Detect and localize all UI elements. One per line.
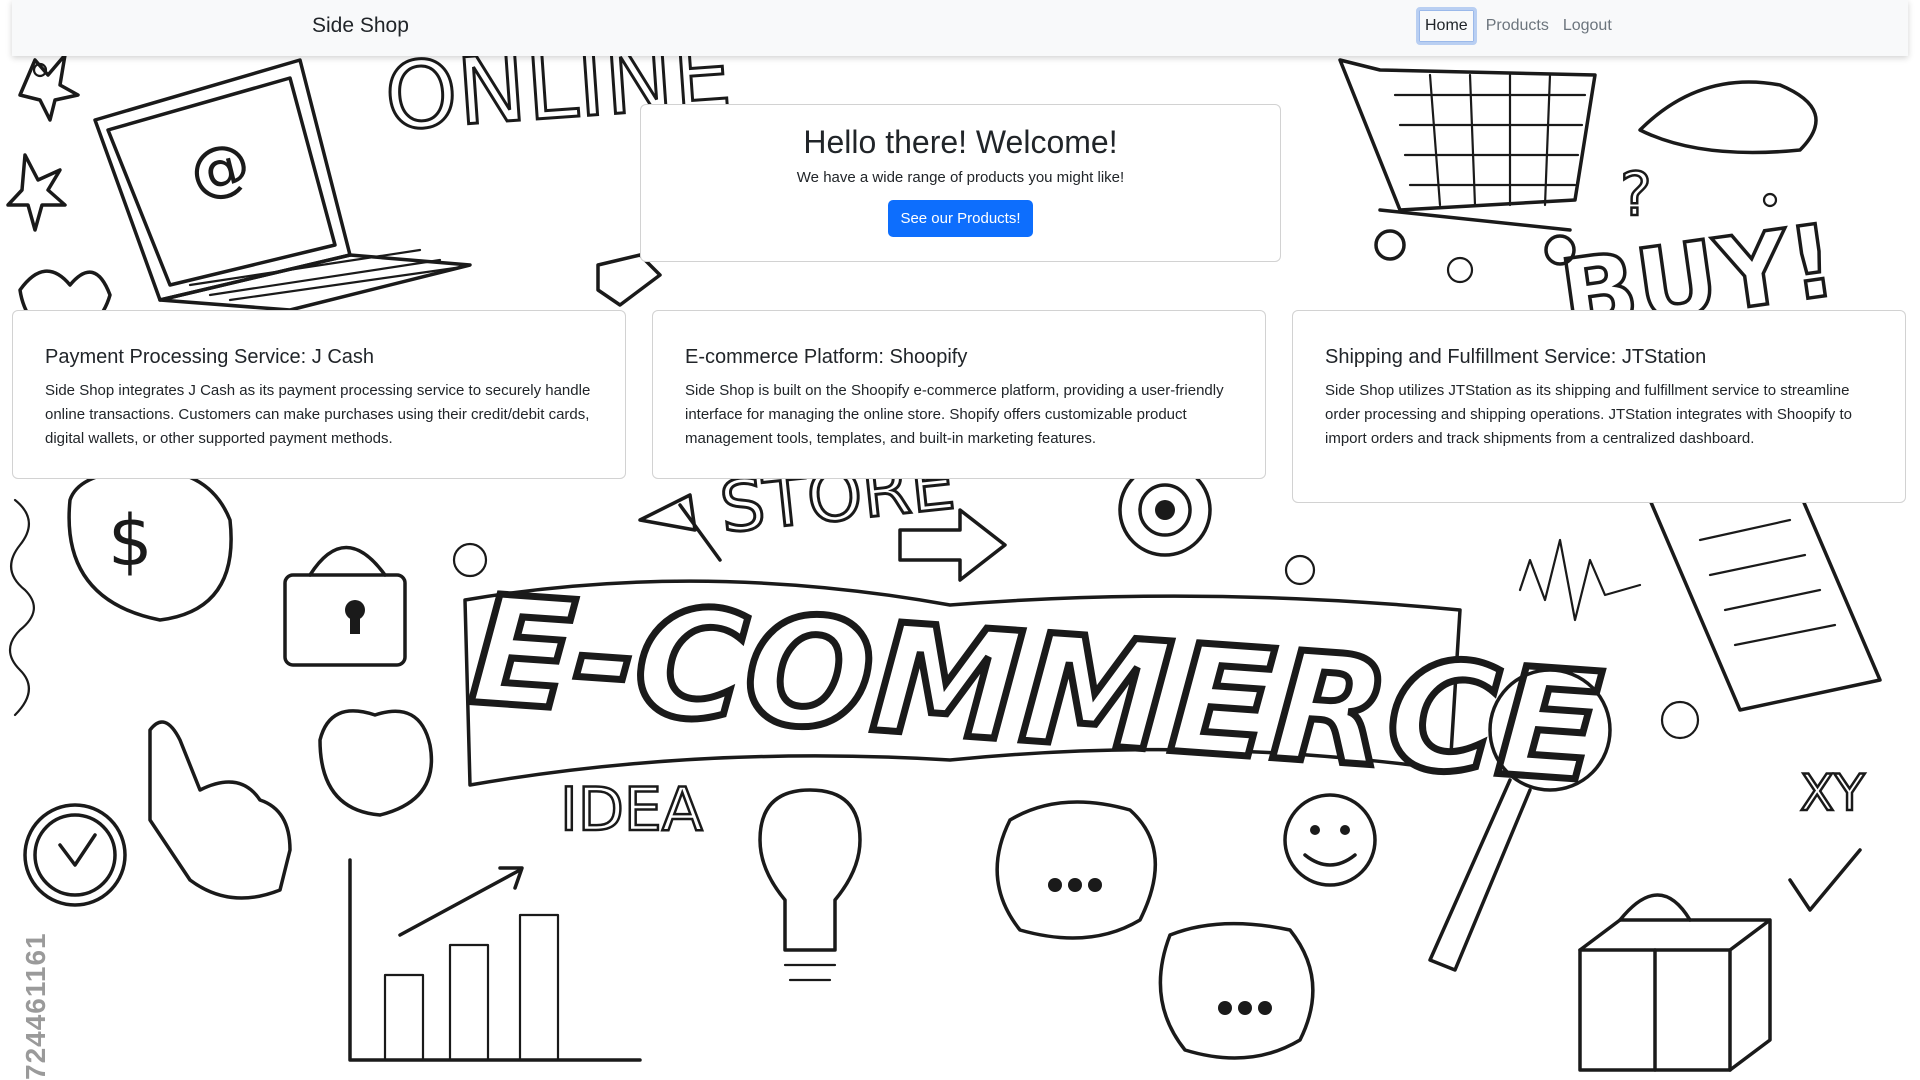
card-title: E-commerce Platform: Shoopify (685, 346, 968, 368)
nav-home-link[interactable]: Home (1416, 7, 1477, 45)
nav-logout-link[interactable]: Logout (1558, 9, 1617, 43)
nav-links: Home Products Logout (1416, 7, 1617, 45)
stock-image-id: 724461161 (20, 932, 51, 1080)
bar-chart-doodle (348, 858, 642, 1062)
lock-doodle (283, 545, 407, 667)
top-navbar: Side Shop Home Products Logout (12, 0, 1908, 56)
welcome-title: Hello there! Welcome! (803, 124, 1118, 160)
card-text: Side Shop is built on the Shoopify e-com… (685, 382, 1224, 447)
see-products-button[interactable]: See our Products! (888, 200, 1033, 238)
card-text: Side Shop integrates J Cash as its payme… (45, 382, 591, 447)
svg-text:?: ? (1620, 160, 1652, 230)
cart-doodle (1338, 58, 1597, 266)
card-text: Side Shop utilizes JTStation as its ship… (1325, 382, 1852, 447)
card-title: Payment Processing Service: J Cash (45, 346, 375, 368)
calculator-doodle (1648, 468, 1882, 712)
svg-text:XY: XY (1800, 764, 1865, 822)
welcome-subtitle: We have a wide range of products you mig… (796, 169, 1125, 187)
page: @ ONLINE BUY! ? $ STORE E-COMMERCE IDEA … (0, 0, 1920, 1080)
svg-text:@: @ (182, 128, 257, 210)
money-bag-doodle: $ (67, 468, 233, 622)
platform-service-card: E-commerce Platform: Shoopify Side Shop … (652, 310, 1266, 479)
svg-text:$: $ (108, 500, 153, 582)
card-title: Shipping and Fulfillment Service: JTStat… (1325, 346, 1707, 368)
nav-products-link[interactable]: Products (1481, 9, 1554, 43)
svg-text:IDEA: IDEA (560, 775, 703, 845)
welcome-card: Hello there! Welcome! We have a wide ran… (640, 104, 1281, 262)
shipping-service-card: Shipping and Fulfillment Service: JTStat… (1292, 310, 1906, 503)
brand-link[interactable]: Side Shop (312, 14, 409, 38)
gift-doodle (1578, 893, 1772, 1072)
payment-service-card: Payment Processing Service: J Cash Side … (12, 310, 626, 479)
